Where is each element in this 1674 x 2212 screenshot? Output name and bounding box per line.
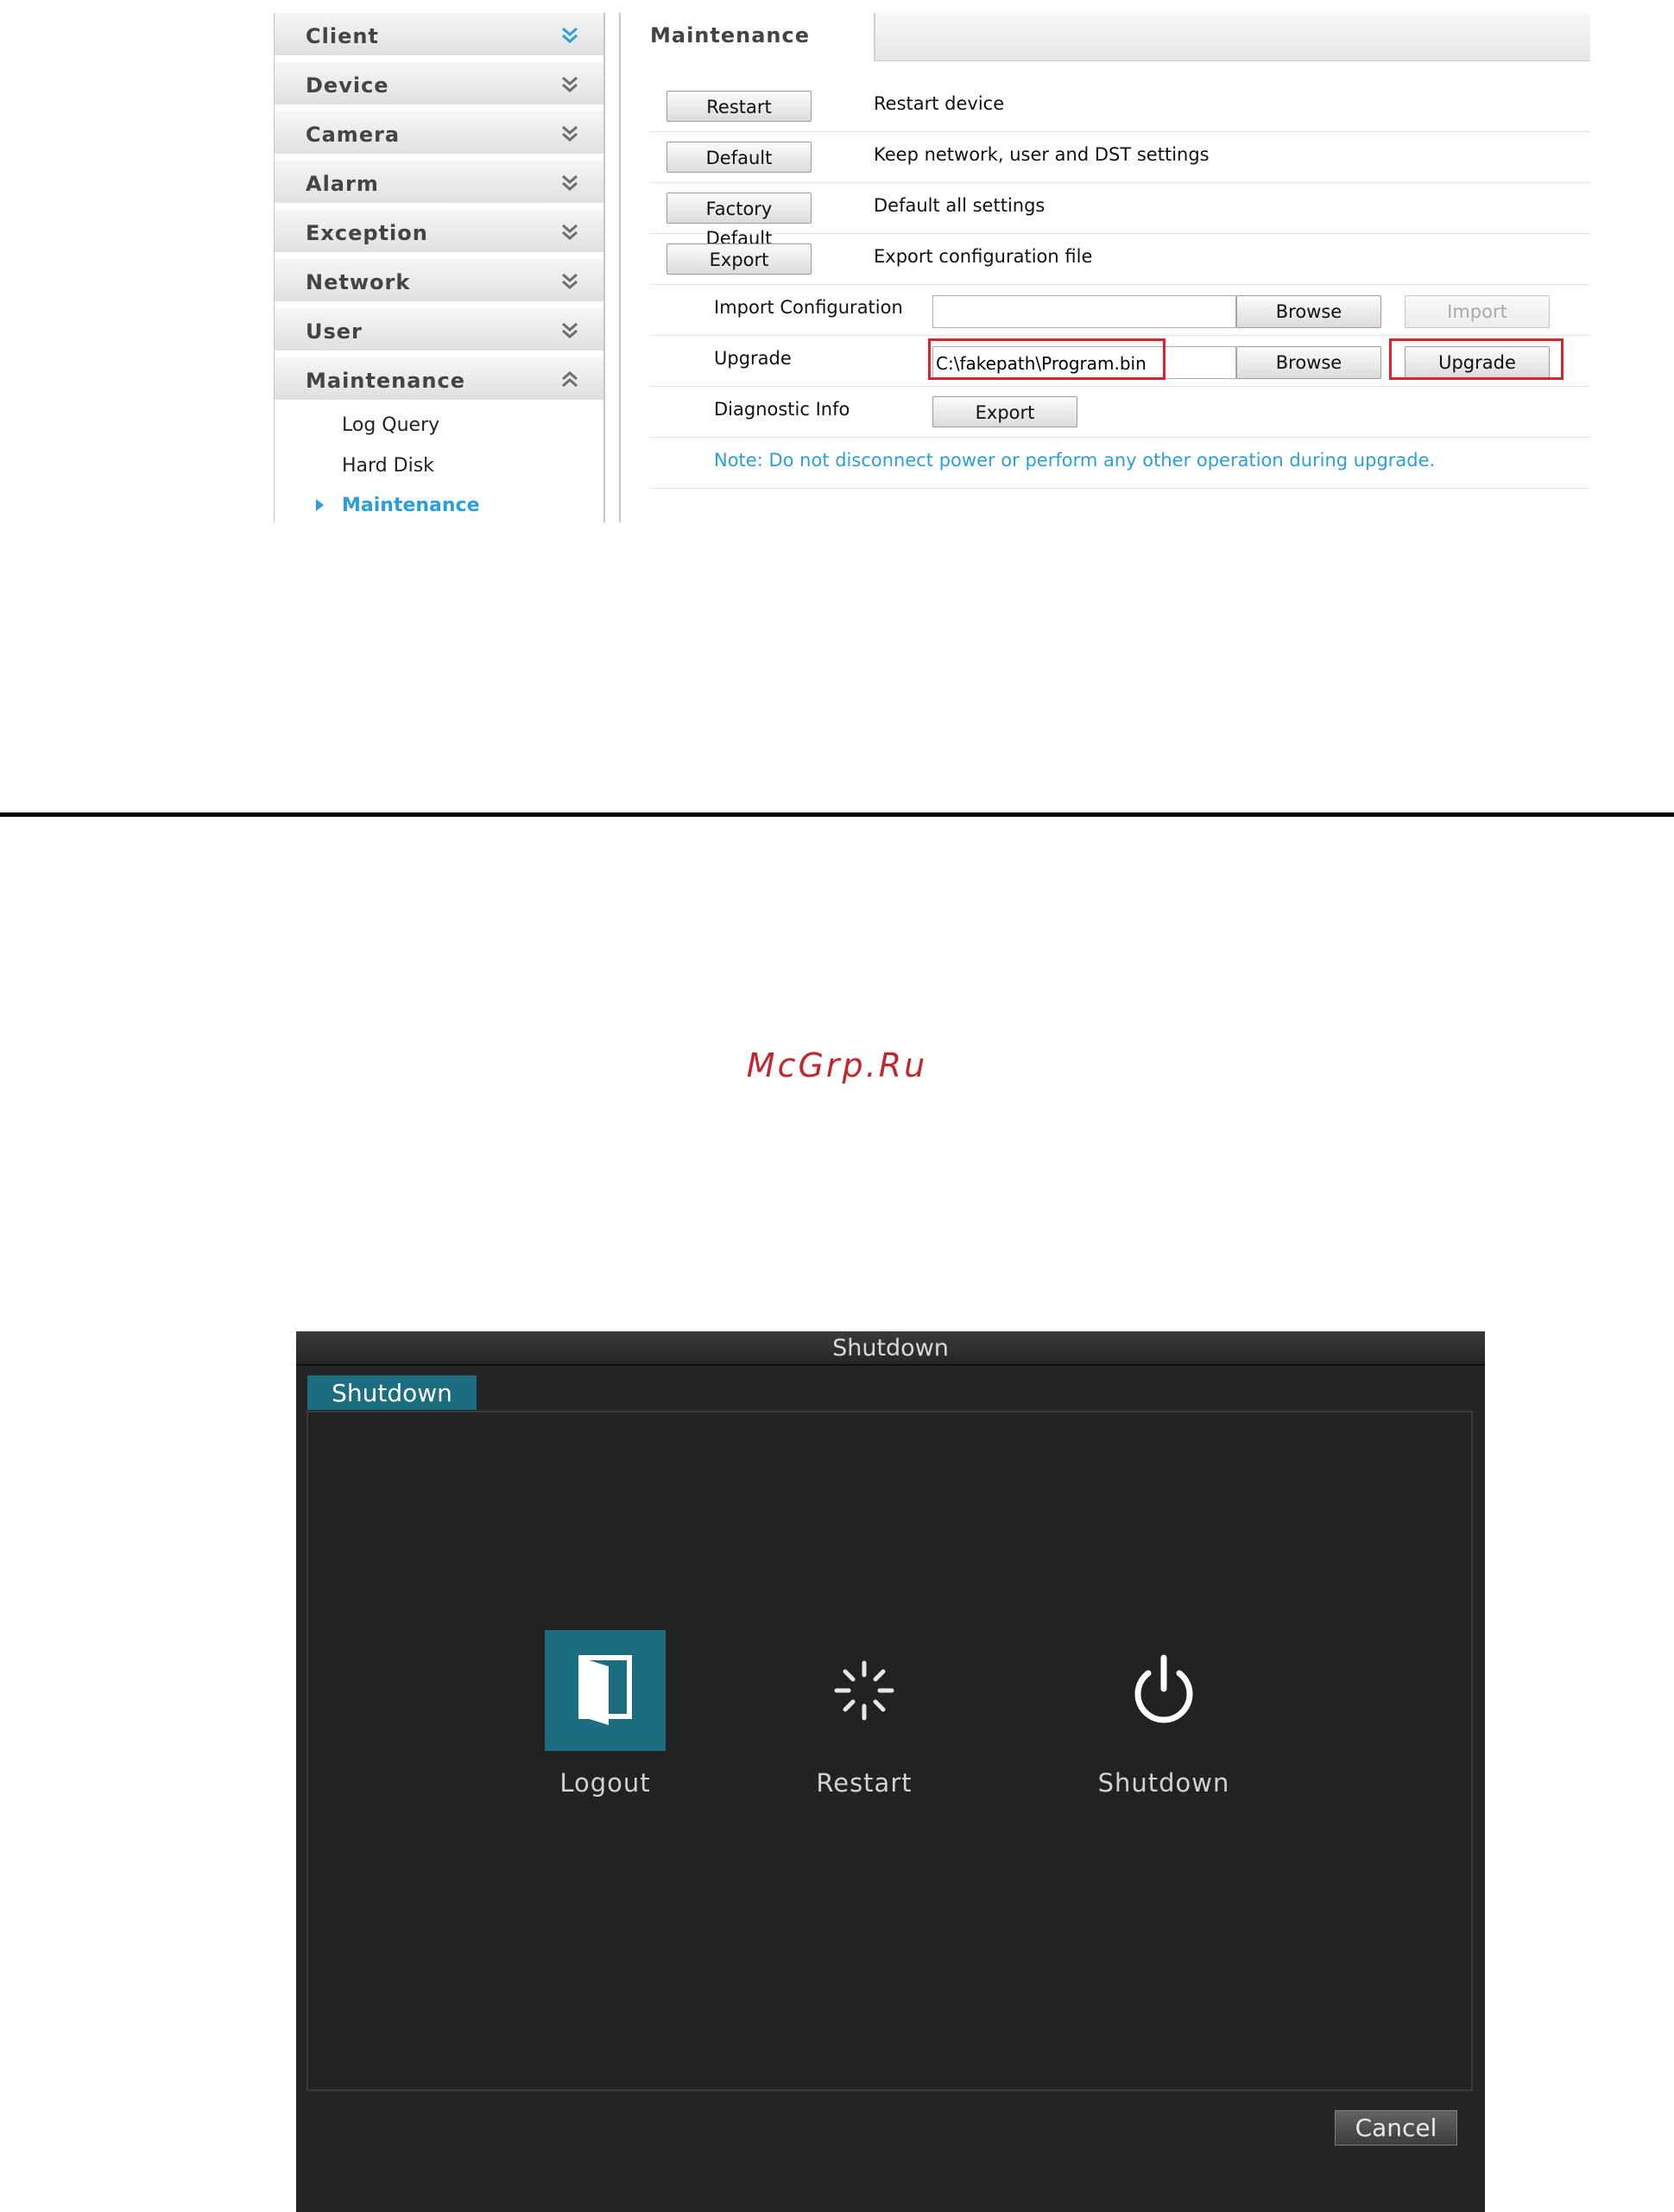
upgrade-note-row: Note: Do not disconnect power or perform…: [650, 438, 1590, 489]
sidebar-item-label: Alarm: [306, 172, 379, 196]
sidebar-item-maintenance[interactable]: Maintenance: [275, 357, 603, 403]
export-config-button[interactable]: Export: [666, 243, 812, 275]
file-path-highlight: [928, 338, 1165, 380]
import-browse-button[interactable]: Browse: [1236, 295, 1381, 328]
sidebar-item-alarm[interactable]: Alarm: [275, 161, 603, 206]
cancel-button[interactable]: Cancel: [1335, 2110, 1457, 2146]
sidebar-item-label: Device: [306, 73, 389, 98]
watermark-text: McGrp.Ru: [746, 1046, 928, 1084]
sidebar-item-camera[interactable]: Camera: [275, 111, 603, 157]
sidebar-item-network[interactable]: Network: [275, 259, 603, 305]
import-config-label: Import Configuration: [714, 297, 903, 318]
dialog-title: Shutdown: [832, 1335, 949, 1362]
dialog-titlebar: Shutdown: [296, 1331, 1485, 1366]
upgrade-browse-button[interactable]: Browse: [1236, 346, 1381, 379]
content-tab-bar: Maintenance: [621, 13, 1590, 61]
horizontal-divider: [0, 812, 1674, 817]
import-file-input[interactable]: [932, 295, 1236, 328]
nvr-shutdown-dialog: Shutdown Shutdown Logout Restart Shutdow…: [296, 1331, 1485, 2212]
diagnostic-row: Diagnostic Info Export: [650, 387, 1590, 438]
submenu-item-log-query[interactable]: Log Query: [275, 407, 603, 446]
restart-description: Restart device: [874, 93, 1005, 114]
restart-spinner-icon: [834, 1660, 894, 1721]
default-row: Default Keep network, user and DST setti…: [650, 132, 1590, 183]
default-button[interactable]: Default: [666, 142, 812, 173]
logout-label: Logout: [559, 1768, 651, 1798]
chevron-down-icon: [562, 224, 578, 240]
chevron-down-icon: [562, 322, 578, 338]
tab-label: Maintenance: [650, 23, 811, 47]
diagnostic-label: Diagnostic Info: [714, 399, 850, 420]
chevron-down-icon: [562, 174, 578, 191]
restart-label: Restart: [816, 1768, 913, 1798]
logout-door-icon: [578, 1655, 632, 1725]
sidebar-item-client[interactable]: Client: [275, 13, 603, 59]
sidebar-item-label: Network: [306, 270, 411, 294]
sidebar-item-user[interactable]: User: [275, 308, 603, 354]
upgrade-row: Upgrade C:\fakepath\Program.bin Browse U…: [650, 336, 1590, 387]
submenu-item-hard-disk[interactable]: Hard Disk: [275, 447, 603, 487]
factory-default-description: Default all settings: [874, 195, 1045, 216]
restart-row: Restart Restart device: [650, 81, 1590, 132]
sidebar-menu: Client Device Camera Alarm Exception Net…: [274, 13, 605, 522]
logout-icon-tile: [545, 1630, 666, 1751]
chevron-down-icon: [562, 76, 578, 92]
sidebar-item-label: Exception: [306, 221, 428, 245]
chevron-down-icon: [562, 125, 578, 142]
sidebar-item-device[interactable]: Device: [275, 62, 603, 108]
factory-default-button[interactable]: Factory Default: [666, 193, 812, 249]
submenu-item-label: Maintenance: [342, 495, 480, 516]
export-config-row: Export Export configuration file: [650, 234, 1590, 285]
export-config-description: Export configuration file: [874, 246, 1093, 267]
submenu-item-label: Hard Disk: [342, 455, 434, 477]
import-button[interactable]: Import: [1405, 295, 1550, 328]
import-config-row: Import Configuration Browse Import: [650, 285, 1590, 336]
active-arrow-icon: [316, 499, 324, 511]
sidebar-item-exception[interactable]: Exception: [275, 210, 603, 256]
sidebar-item-label: Camera: [306, 123, 401, 147]
chevron-up-icon: [562, 371, 578, 388]
tab-label: Shutdown: [332, 1379, 452, 1407]
shutdown-label: Shutdown: [1097, 1768, 1230, 1798]
web-maintenance-screen: Client Device Camera Alarm Exception Net…: [261, 0, 1590, 522]
sidebar-item-label: Maintenance: [306, 369, 466, 393]
shutdown-icon-tile: [1103, 1630, 1224, 1751]
default-description: Keep network, user and DST settings: [874, 144, 1210, 165]
submenu-item-label: Log Query: [342, 414, 440, 436]
upgrade-label: Upgrade: [714, 348, 792, 369]
restart-button[interactable]: Restart: [666, 91, 812, 122]
diagnostic-export-button[interactable]: Export: [932, 396, 1077, 427]
restart-option[interactable]: Restart: [769, 1630, 959, 1855]
restart-icon-tile: [804, 1630, 925, 1751]
sidebar-item-label: User: [306, 319, 363, 344]
tab-maintenance[interactable]: Maintenance: [621, 13, 875, 61]
upgrade-button-highlight: [1389, 338, 1563, 380]
power-icon: [1134, 1654, 1193, 1723]
chevron-down-icon: [562, 27, 578, 43]
upgrade-note: Note: Do not disconnect power or perform…: [714, 450, 1436, 471]
chevron-down-icon: [562, 273, 578, 289]
factory-default-row: Factory Default Default all settings: [650, 183, 1590, 249]
tab-shutdown[interactable]: Shutdown: [307, 1375, 477, 1410]
submenu-item-maintenance[interactable]: Maintenance: [275, 487, 603, 522]
shutdown-option[interactable]: Shutdown: [1069, 1630, 1259, 1855]
maintenance-panel: Maintenance Restart Restart device Defau…: [619, 13, 1590, 522]
logout-option[interactable]: Logout: [510, 1630, 700, 1855]
sidebar-item-label: Client: [306, 24, 379, 48]
